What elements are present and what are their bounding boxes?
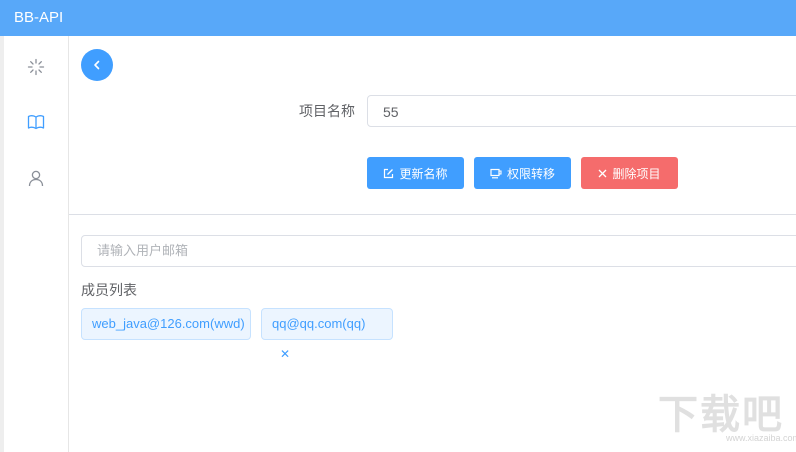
close-icon	[598, 169, 607, 178]
watermark-text: 下载吧	[658, 392, 784, 438]
delete-project-button[interactable]: 删除项目	[581, 157, 678, 189]
edit-icon	[383, 168, 394, 179]
tag-close-icon[interactable]: ✕	[280, 339, 290, 369]
back-button[interactable]	[81, 49, 113, 81]
project-name-input[interactable]: 55	[367, 95, 796, 127]
email-input[interactable]: 请输入用户邮箱	[81, 235, 796, 267]
member-tag[interactable]: qq@qq.com(qq)✕	[261, 308, 393, 361]
members-list-title: 成员列表	[81, 282, 137, 298]
top-bar: BB-API	[0, 0, 796, 36]
member-tag-label: qq@qq.com(qq)	[272, 316, 366, 331]
section-divider	[69, 214, 796, 215]
main-content: 项目名称 55 更新名称 权限转移 删除项目 请输入用户邮箱 成员列表 web_…	[69, 36, 796, 452]
update-name-label: 更新名称	[399, 166, 448, 181]
member-tag-label: web_java@126.com(wwd)	[92, 316, 245, 331]
transfer-icon	[490, 168, 502, 179]
project-name-label: 项目名称	[299, 103, 355, 119]
transfer-permission-label: 权限转移	[506, 166, 555, 181]
watermark-logo: 下载吧 www.xiazaiba.com	[658, 392, 796, 443]
book-icon[interactable]	[26, 112, 46, 132]
chevron-left-icon	[94, 60, 100, 70]
sidebar	[4, 36, 69, 452]
member-tag[interactable]: web_java@126.com(wwd)	[81, 308, 251, 340]
update-name-button[interactable]: 更新名称	[367, 157, 464, 189]
watermark-url: www.xiazaiba.com	[726, 433, 796, 443]
app-title: BB-API	[14, 9, 64, 26]
loading-icon[interactable]	[26, 57, 46, 77]
user-icon[interactable]	[26, 168, 46, 188]
transfer-permission-button[interactable]: 权限转移	[474, 157, 571, 189]
delete-project-label: 删除项目	[612, 166, 661, 181]
